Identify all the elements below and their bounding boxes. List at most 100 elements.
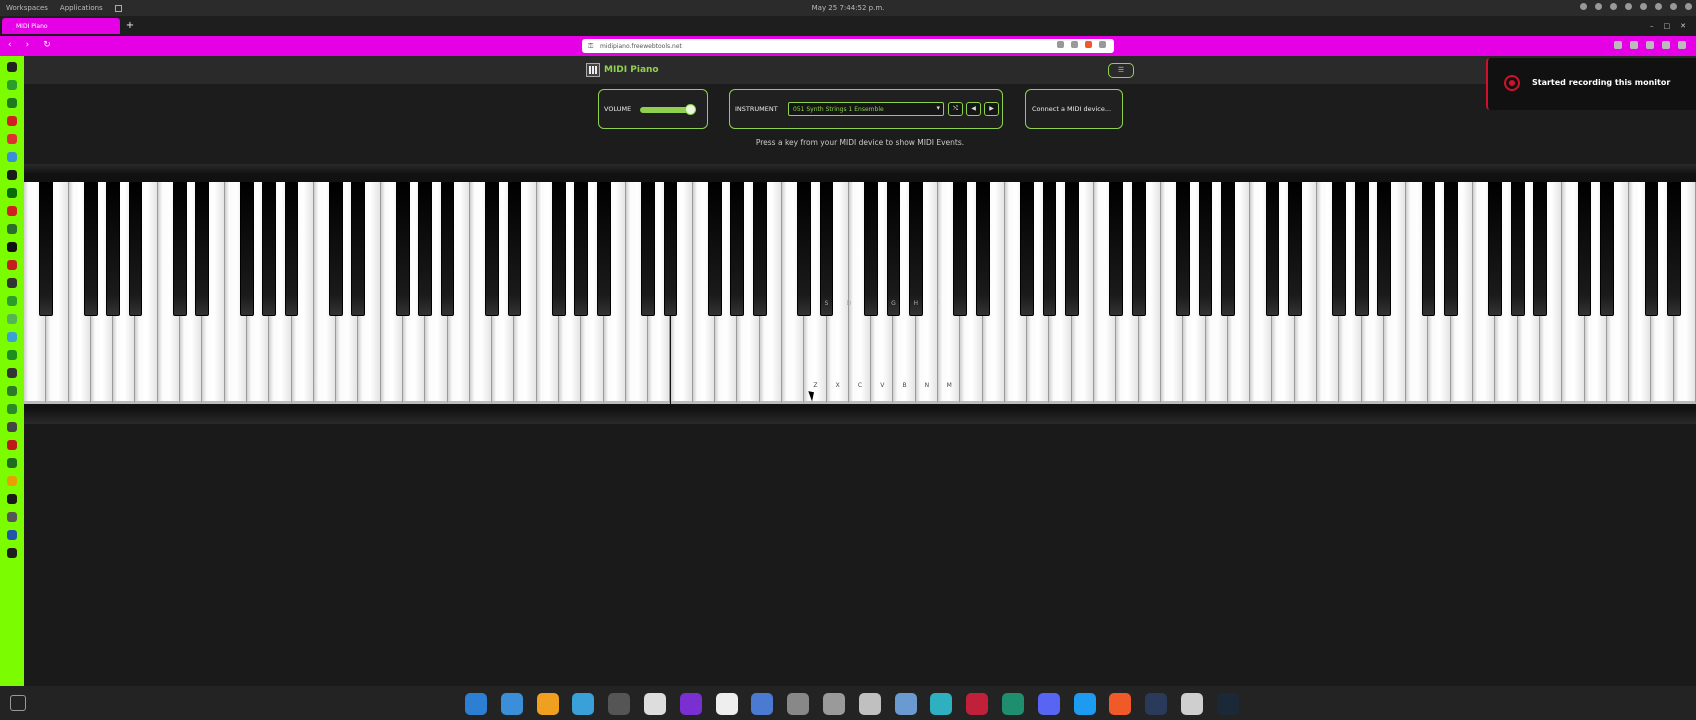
vpn-button-icon[interactable] bbox=[1662, 41, 1670, 49]
dock-app-icon[interactable] bbox=[751, 693, 774, 715]
workspaces-menu[interactable]: Workspaces bbox=[6, 4, 48, 12]
dock-video-icon[interactable] bbox=[966, 693, 989, 715]
dock-search-icon[interactable] bbox=[465, 693, 487, 715]
volume-slider-handle[interactable] bbox=[685, 104, 697, 115]
dock-chat-icon[interactable] bbox=[715, 693, 738, 715]
shuffle-instrument-button[interactable]: ⤭ bbox=[948, 102, 963, 116]
window-list-icon[interactable] bbox=[114, 5, 122, 12]
black-key[interactable] bbox=[1376, 182, 1391, 316]
sidebar-app-icon[interactable] bbox=[7, 548, 17, 558]
dock-terminal-icon[interactable] bbox=[787, 693, 810, 715]
connect-midi-button[interactable]: Connect a MIDI device... bbox=[1025, 89, 1123, 129]
extensions-icon[interactable] bbox=[1630, 41, 1638, 49]
black-key[interactable] bbox=[195, 182, 210, 316]
dock-camera-icon[interactable] bbox=[894, 693, 917, 715]
sidebar-app-icon[interactable] bbox=[7, 512, 17, 522]
black-key[interactable] bbox=[1109, 182, 1124, 316]
sidebar-app-icon[interactable] bbox=[7, 368, 17, 378]
app-brand[interactable]: MIDI Piano bbox=[586, 63, 659, 77]
dock-obs-icon[interactable] bbox=[608, 693, 631, 715]
black-key[interactable] bbox=[351, 182, 366, 316]
black-key[interactable] bbox=[574, 182, 589, 316]
notifications-icon[interactable] bbox=[1670, 3, 1677, 10]
sidebar-app-icon[interactable] bbox=[7, 224, 17, 234]
black-key[interactable] bbox=[1421, 182, 1436, 316]
menu-button[interactable]: ☰ bbox=[1108, 63, 1134, 78]
dock-linux-icon[interactable] bbox=[644, 693, 666, 715]
black-key[interactable] bbox=[1577, 182, 1592, 316]
sidebar-app-icon[interactable] bbox=[7, 404, 17, 414]
bookmark-icon[interactable] bbox=[1071, 41, 1078, 48]
black-key[interactable] bbox=[1064, 182, 1079, 316]
black-key[interactable] bbox=[886, 182, 901, 316]
reload-icon[interactable]: ↻ bbox=[43, 40, 51, 50]
sidebar-steam-icon[interactable] bbox=[7, 62, 17, 72]
minimize-icon[interactable]: – bbox=[1650, 22, 1654, 30]
black-key[interactable] bbox=[1644, 182, 1659, 316]
black-key[interactable] bbox=[1488, 182, 1503, 316]
black-key[interactable] bbox=[1510, 182, 1525, 316]
black-key[interactable] bbox=[440, 182, 455, 316]
black-key[interactable] bbox=[83, 182, 98, 316]
sidebar-app-icon[interactable] bbox=[7, 278, 17, 288]
sidebar-app-icon[interactable] bbox=[7, 530, 17, 540]
black-key[interactable] bbox=[39, 182, 54, 316]
previous-instrument-button[interactable]: ◀ bbox=[966, 102, 981, 116]
black-key[interactable] bbox=[1131, 182, 1146, 316]
black-key[interactable] bbox=[507, 182, 522, 316]
black-key[interactable] bbox=[864, 182, 879, 316]
sidebar-app-icon[interactable] bbox=[7, 332, 17, 342]
black-key[interactable] bbox=[1533, 182, 1547, 316]
black-key[interactable] bbox=[128, 182, 143, 316]
share-icon[interactable] bbox=[1057, 41, 1064, 48]
dock-discord-icon[interactable] bbox=[1037, 693, 1060, 715]
sidebar-facebook-icon[interactable] bbox=[7, 152, 17, 162]
sidebar-app-icon[interactable] bbox=[7, 170, 17, 180]
power-icon[interactable] bbox=[1685, 3, 1692, 10]
network-icon[interactable] bbox=[1580, 3, 1587, 10]
sidebar-toggle-icon[interactable] bbox=[1614, 41, 1622, 49]
dock-brave-icon[interactable] bbox=[1109, 693, 1132, 715]
maximize-icon[interactable]: □ bbox=[1664, 22, 1671, 30]
black-key[interactable] bbox=[1198, 182, 1213, 316]
dock-folder-icon[interactable] bbox=[930, 693, 953, 715]
dock-text-editor-icon[interactable] bbox=[858, 693, 881, 715]
new-tab-button[interactable]: + bbox=[124, 20, 136, 32]
dock-steam-icon[interactable] bbox=[1216, 693, 1239, 715]
black-key[interactable] bbox=[1020, 182, 1035, 316]
sidebar-app-icon[interactable] bbox=[7, 494, 17, 504]
sidebar-app-icon[interactable] bbox=[7, 296, 17, 306]
black-key[interactable] bbox=[1599, 182, 1614, 316]
black-key[interactable] bbox=[819, 182, 834, 316]
black-key[interactable] bbox=[953, 182, 968, 316]
black-key[interactable] bbox=[173, 182, 187, 316]
black-key[interactable] bbox=[1666, 182, 1681, 316]
sidebar-app-icon[interactable] bbox=[7, 314, 17, 324]
dock-apps-grid-icon[interactable] bbox=[536, 693, 559, 715]
back-icon[interactable]: ‹ bbox=[8, 40, 12, 50]
applications-menu[interactable]: Applications bbox=[60, 4, 103, 12]
black-key[interactable] bbox=[284, 182, 299, 316]
sidebar-app-icon[interactable] bbox=[7, 386, 17, 396]
wallet-icon[interactable] bbox=[1646, 41, 1654, 49]
black-key[interactable] bbox=[752, 182, 767, 316]
forward-icon[interactable]: › bbox=[26, 40, 30, 50]
browser-tab[interactable]: MIDI Piano bbox=[2, 18, 120, 34]
recording-notification[interactable]: Started recording this monitor bbox=[1486, 58, 1696, 110]
black-key[interactable] bbox=[1220, 182, 1235, 316]
black-key[interactable] bbox=[106, 182, 121, 316]
volume-icon[interactable] bbox=[1625, 3, 1632, 10]
black-key[interactable] bbox=[552, 182, 566, 316]
sidebar-app-icon[interactable] bbox=[7, 422, 17, 432]
black-key[interactable] bbox=[485, 182, 500, 316]
dock-files-icon[interactable] bbox=[500, 693, 523, 715]
black-key[interactable] bbox=[1176, 182, 1191, 316]
black-key[interactable] bbox=[1265, 182, 1280, 316]
show-desktop-icon[interactable] bbox=[10, 695, 26, 711]
system-clock[interactable]: May 25 7:44:52 p.m. bbox=[0, 4, 1696, 12]
sidebar-youtube-icon[interactable] bbox=[7, 206, 17, 216]
black-key[interactable] bbox=[396, 182, 410, 316]
close-icon[interactable]: ✕ bbox=[1680, 22, 1686, 30]
sidebar-app-icon[interactable] bbox=[7, 440, 17, 450]
black-key[interactable] bbox=[908, 182, 923, 316]
